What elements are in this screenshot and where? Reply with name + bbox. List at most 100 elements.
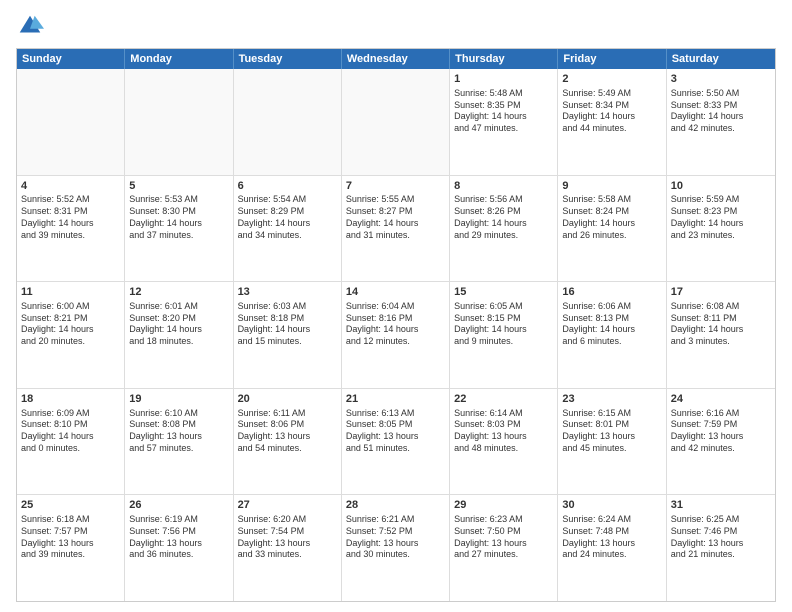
- calendar-week-row: 1Sunrise: 5:48 AMSunset: 8:35 PMDaylight…: [17, 69, 775, 175]
- cell-sun-info: Sunrise: 5:48 AMSunset: 8:35 PMDaylight:…: [454, 88, 553, 135]
- calendar-cell: 5Sunrise: 5:53 AMSunset: 8:30 PMDaylight…: [125, 176, 233, 282]
- day-number: 30: [562, 498, 661, 513]
- day-number: 26: [129, 498, 228, 513]
- cell-sun-info: Sunrise: 6:06 AMSunset: 8:13 PMDaylight:…: [562, 301, 661, 348]
- day-number: 22: [454, 392, 553, 407]
- cell-sun-info: Sunrise: 6:20 AMSunset: 7:54 PMDaylight:…: [238, 514, 337, 561]
- cell-sun-info: Sunrise: 6:13 AMSunset: 8:05 PMDaylight:…: [346, 408, 445, 455]
- cell-sun-info: Sunrise: 6:00 AMSunset: 8:21 PMDaylight:…: [21, 301, 120, 348]
- cell-sun-info: Sunrise: 5:49 AMSunset: 8:34 PMDaylight:…: [562, 88, 661, 135]
- cell-sun-info: Sunrise: 5:54 AMSunset: 8:29 PMDaylight:…: [238, 194, 337, 241]
- day-number: 5: [129, 179, 228, 194]
- cell-sun-info: Sunrise: 6:11 AMSunset: 8:06 PMDaylight:…: [238, 408, 337, 455]
- calendar-week-row: 11Sunrise: 6:00 AMSunset: 8:21 PMDayligh…: [17, 281, 775, 388]
- calendar-cell: 31Sunrise: 6:25 AMSunset: 7:46 PMDayligh…: [667, 495, 775, 601]
- cell-sun-info: Sunrise: 6:15 AMSunset: 8:01 PMDaylight:…: [562, 408, 661, 455]
- day-number: 2: [562, 72, 661, 87]
- calendar-cell: [125, 69, 233, 175]
- calendar-cell: 27Sunrise: 6:20 AMSunset: 7:54 PMDayligh…: [234, 495, 342, 601]
- cell-sun-info: Sunrise: 6:23 AMSunset: 7:50 PMDaylight:…: [454, 514, 553, 561]
- calendar-cell: [342, 69, 450, 175]
- cell-sun-info: Sunrise: 6:25 AMSunset: 7:46 PMDaylight:…: [671, 514, 771, 561]
- cell-sun-info: Sunrise: 6:04 AMSunset: 8:16 PMDaylight:…: [346, 301, 445, 348]
- cell-sun-info: Sunrise: 5:59 AMSunset: 8:23 PMDaylight:…: [671, 194, 771, 241]
- cell-sun-info: Sunrise: 5:50 AMSunset: 8:33 PMDaylight:…: [671, 88, 771, 135]
- calendar-cell: 18Sunrise: 6:09 AMSunset: 8:10 PMDayligh…: [17, 389, 125, 495]
- day-number: 1: [454, 72, 553, 87]
- calendar-week-row: 25Sunrise: 6:18 AMSunset: 7:57 PMDayligh…: [17, 494, 775, 601]
- day-number: 10: [671, 179, 771, 194]
- page: SundayMondayTuesdayWednesdayThursdayFrid…: [0, 0, 792, 612]
- day-number: 25: [21, 498, 120, 513]
- calendar-cell: 9Sunrise: 5:58 AMSunset: 8:24 PMDaylight…: [558, 176, 666, 282]
- calendar-cell: 8Sunrise: 5:56 AMSunset: 8:26 PMDaylight…: [450, 176, 558, 282]
- cell-sun-info: Sunrise: 6:10 AMSunset: 8:08 PMDaylight:…: [129, 408, 228, 455]
- calendar-cell: 23Sunrise: 6:15 AMSunset: 8:01 PMDayligh…: [558, 389, 666, 495]
- day-number: 9: [562, 179, 661, 194]
- calendar-cell: 6Sunrise: 5:54 AMSunset: 8:29 PMDaylight…: [234, 176, 342, 282]
- calendar-cell: 13Sunrise: 6:03 AMSunset: 8:18 PMDayligh…: [234, 282, 342, 388]
- day-number: 8: [454, 179, 553, 194]
- cell-sun-info: Sunrise: 5:52 AMSunset: 8:31 PMDaylight:…: [21, 194, 120, 241]
- calendar-cell: 29Sunrise: 6:23 AMSunset: 7:50 PMDayligh…: [450, 495, 558, 601]
- calendar-header-cell: Friday: [558, 49, 666, 69]
- calendar-cell: 20Sunrise: 6:11 AMSunset: 8:06 PMDayligh…: [234, 389, 342, 495]
- calendar-week-row: 4Sunrise: 5:52 AMSunset: 8:31 PMDaylight…: [17, 175, 775, 282]
- day-number: 23: [562, 392, 661, 407]
- calendar-cell: 1Sunrise: 5:48 AMSunset: 8:35 PMDaylight…: [450, 69, 558, 175]
- day-number: 31: [671, 498, 771, 513]
- day-number: 7: [346, 179, 445, 194]
- cell-sun-info: Sunrise: 6:19 AMSunset: 7:56 PMDaylight:…: [129, 514, 228, 561]
- calendar-cell: 16Sunrise: 6:06 AMSunset: 8:13 PMDayligh…: [558, 282, 666, 388]
- calendar-cell: 26Sunrise: 6:19 AMSunset: 7:56 PMDayligh…: [125, 495, 233, 601]
- calendar-cell: 28Sunrise: 6:21 AMSunset: 7:52 PMDayligh…: [342, 495, 450, 601]
- day-number: 19: [129, 392, 228, 407]
- day-number: 24: [671, 392, 771, 407]
- cell-sun-info: Sunrise: 6:14 AMSunset: 8:03 PMDaylight:…: [454, 408, 553, 455]
- logo-icon: [16, 12, 44, 40]
- calendar-cell: 17Sunrise: 6:08 AMSunset: 8:11 PMDayligh…: [667, 282, 775, 388]
- cell-sun-info: Sunrise: 5:53 AMSunset: 8:30 PMDaylight:…: [129, 194, 228, 241]
- day-number: 28: [346, 498, 445, 513]
- day-number: 17: [671, 285, 771, 300]
- cell-sun-info: Sunrise: 6:05 AMSunset: 8:15 PMDaylight:…: [454, 301, 553, 348]
- calendar-cell: 24Sunrise: 6:16 AMSunset: 7:59 PMDayligh…: [667, 389, 775, 495]
- calendar-cell: [234, 69, 342, 175]
- cell-sun-info: Sunrise: 5:58 AMSunset: 8:24 PMDaylight:…: [562, 194, 661, 241]
- day-number: 21: [346, 392, 445, 407]
- calendar-header-cell: Monday: [125, 49, 233, 69]
- calendar-header-cell: Saturday: [667, 49, 775, 69]
- calendar-cell: 11Sunrise: 6:00 AMSunset: 8:21 PMDayligh…: [17, 282, 125, 388]
- calendar-cell: 10Sunrise: 5:59 AMSunset: 8:23 PMDayligh…: [667, 176, 775, 282]
- day-number: 12: [129, 285, 228, 300]
- day-number: 4: [21, 179, 120, 194]
- day-number: 15: [454, 285, 553, 300]
- cell-sun-info: Sunrise: 6:24 AMSunset: 7:48 PMDaylight:…: [562, 514, 661, 561]
- day-number: 11: [21, 285, 120, 300]
- calendar-header-row: SundayMondayTuesdayWednesdayThursdayFrid…: [17, 49, 775, 69]
- day-number: 14: [346, 285, 445, 300]
- cell-sun-info: Sunrise: 6:21 AMSunset: 7:52 PMDaylight:…: [346, 514, 445, 561]
- cell-sun-info: Sunrise: 6:16 AMSunset: 7:59 PMDaylight:…: [671, 408, 771, 455]
- cell-sun-info: Sunrise: 6:08 AMSunset: 8:11 PMDaylight:…: [671, 301, 771, 348]
- calendar-cell: 21Sunrise: 6:13 AMSunset: 8:05 PMDayligh…: [342, 389, 450, 495]
- calendar-header-cell: Thursday: [450, 49, 558, 69]
- day-number: 13: [238, 285, 337, 300]
- calendar-cell: 30Sunrise: 6:24 AMSunset: 7:48 PMDayligh…: [558, 495, 666, 601]
- calendar-cell: 2Sunrise: 5:49 AMSunset: 8:34 PMDaylight…: [558, 69, 666, 175]
- day-number: 18: [21, 392, 120, 407]
- calendar-cell: 7Sunrise: 5:55 AMSunset: 8:27 PMDaylight…: [342, 176, 450, 282]
- header: [16, 12, 776, 40]
- calendar-header-cell: Sunday: [17, 49, 125, 69]
- calendar-cell: 15Sunrise: 6:05 AMSunset: 8:15 PMDayligh…: [450, 282, 558, 388]
- day-number: 6: [238, 179, 337, 194]
- day-number: 29: [454, 498, 553, 513]
- day-number: 20: [238, 392, 337, 407]
- calendar-cell: 4Sunrise: 5:52 AMSunset: 8:31 PMDaylight…: [17, 176, 125, 282]
- cell-sun-info: Sunrise: 5:56 AMSunset: 8:26 PMDaylight:…: [454, 194, 553, 241]
- calendar: SundayMondayTuesdayWednesdayThursdayFrid…: [16, 48, 776, 602]
- calendar-cell: 19Sunrise: 6:10 AMSunset: 8:08 PMDayligh…: [125, 389, 233, 495]
- calendar-cell: 25Sunrise: 6:18 AMSunset: 7:57 PMDayligh…: [17, 495, 125, 601]
- logo: [16, 12, 48, 40]
- calendar-cell: 14Sunrise: 6:04 AMSunset: 8:16 PMDayligh…: [342, 282, 450, 388]
